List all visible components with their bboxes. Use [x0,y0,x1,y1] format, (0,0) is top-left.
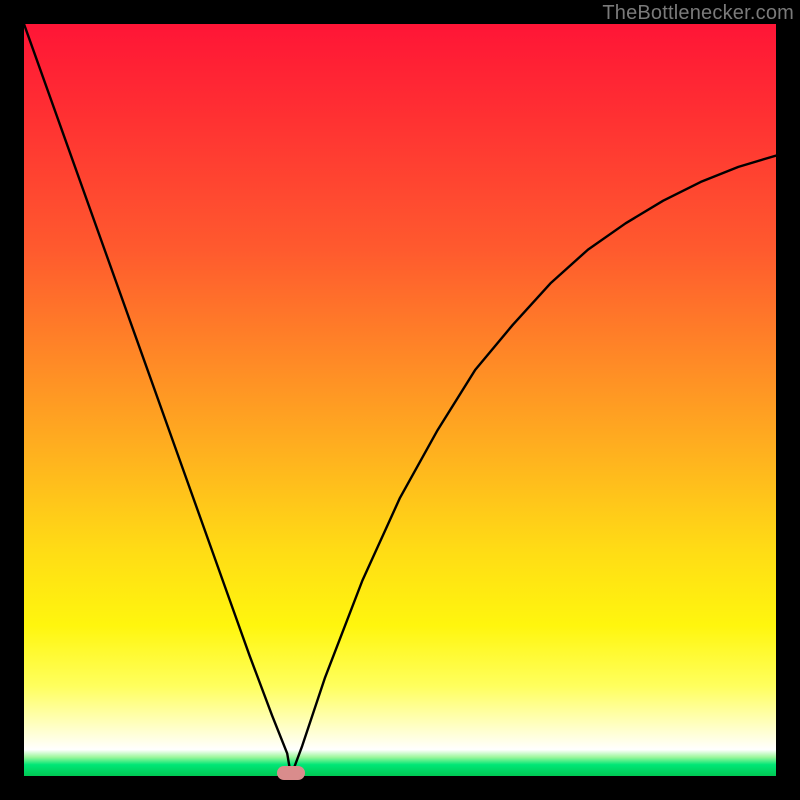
chart-background-gradient [24,24,776,776]
watermark-text: TheBottleneсker.com [602,2,794,25]
min-marker-pill [277,766,305,780]
chart-frame [24,24,776,776]
